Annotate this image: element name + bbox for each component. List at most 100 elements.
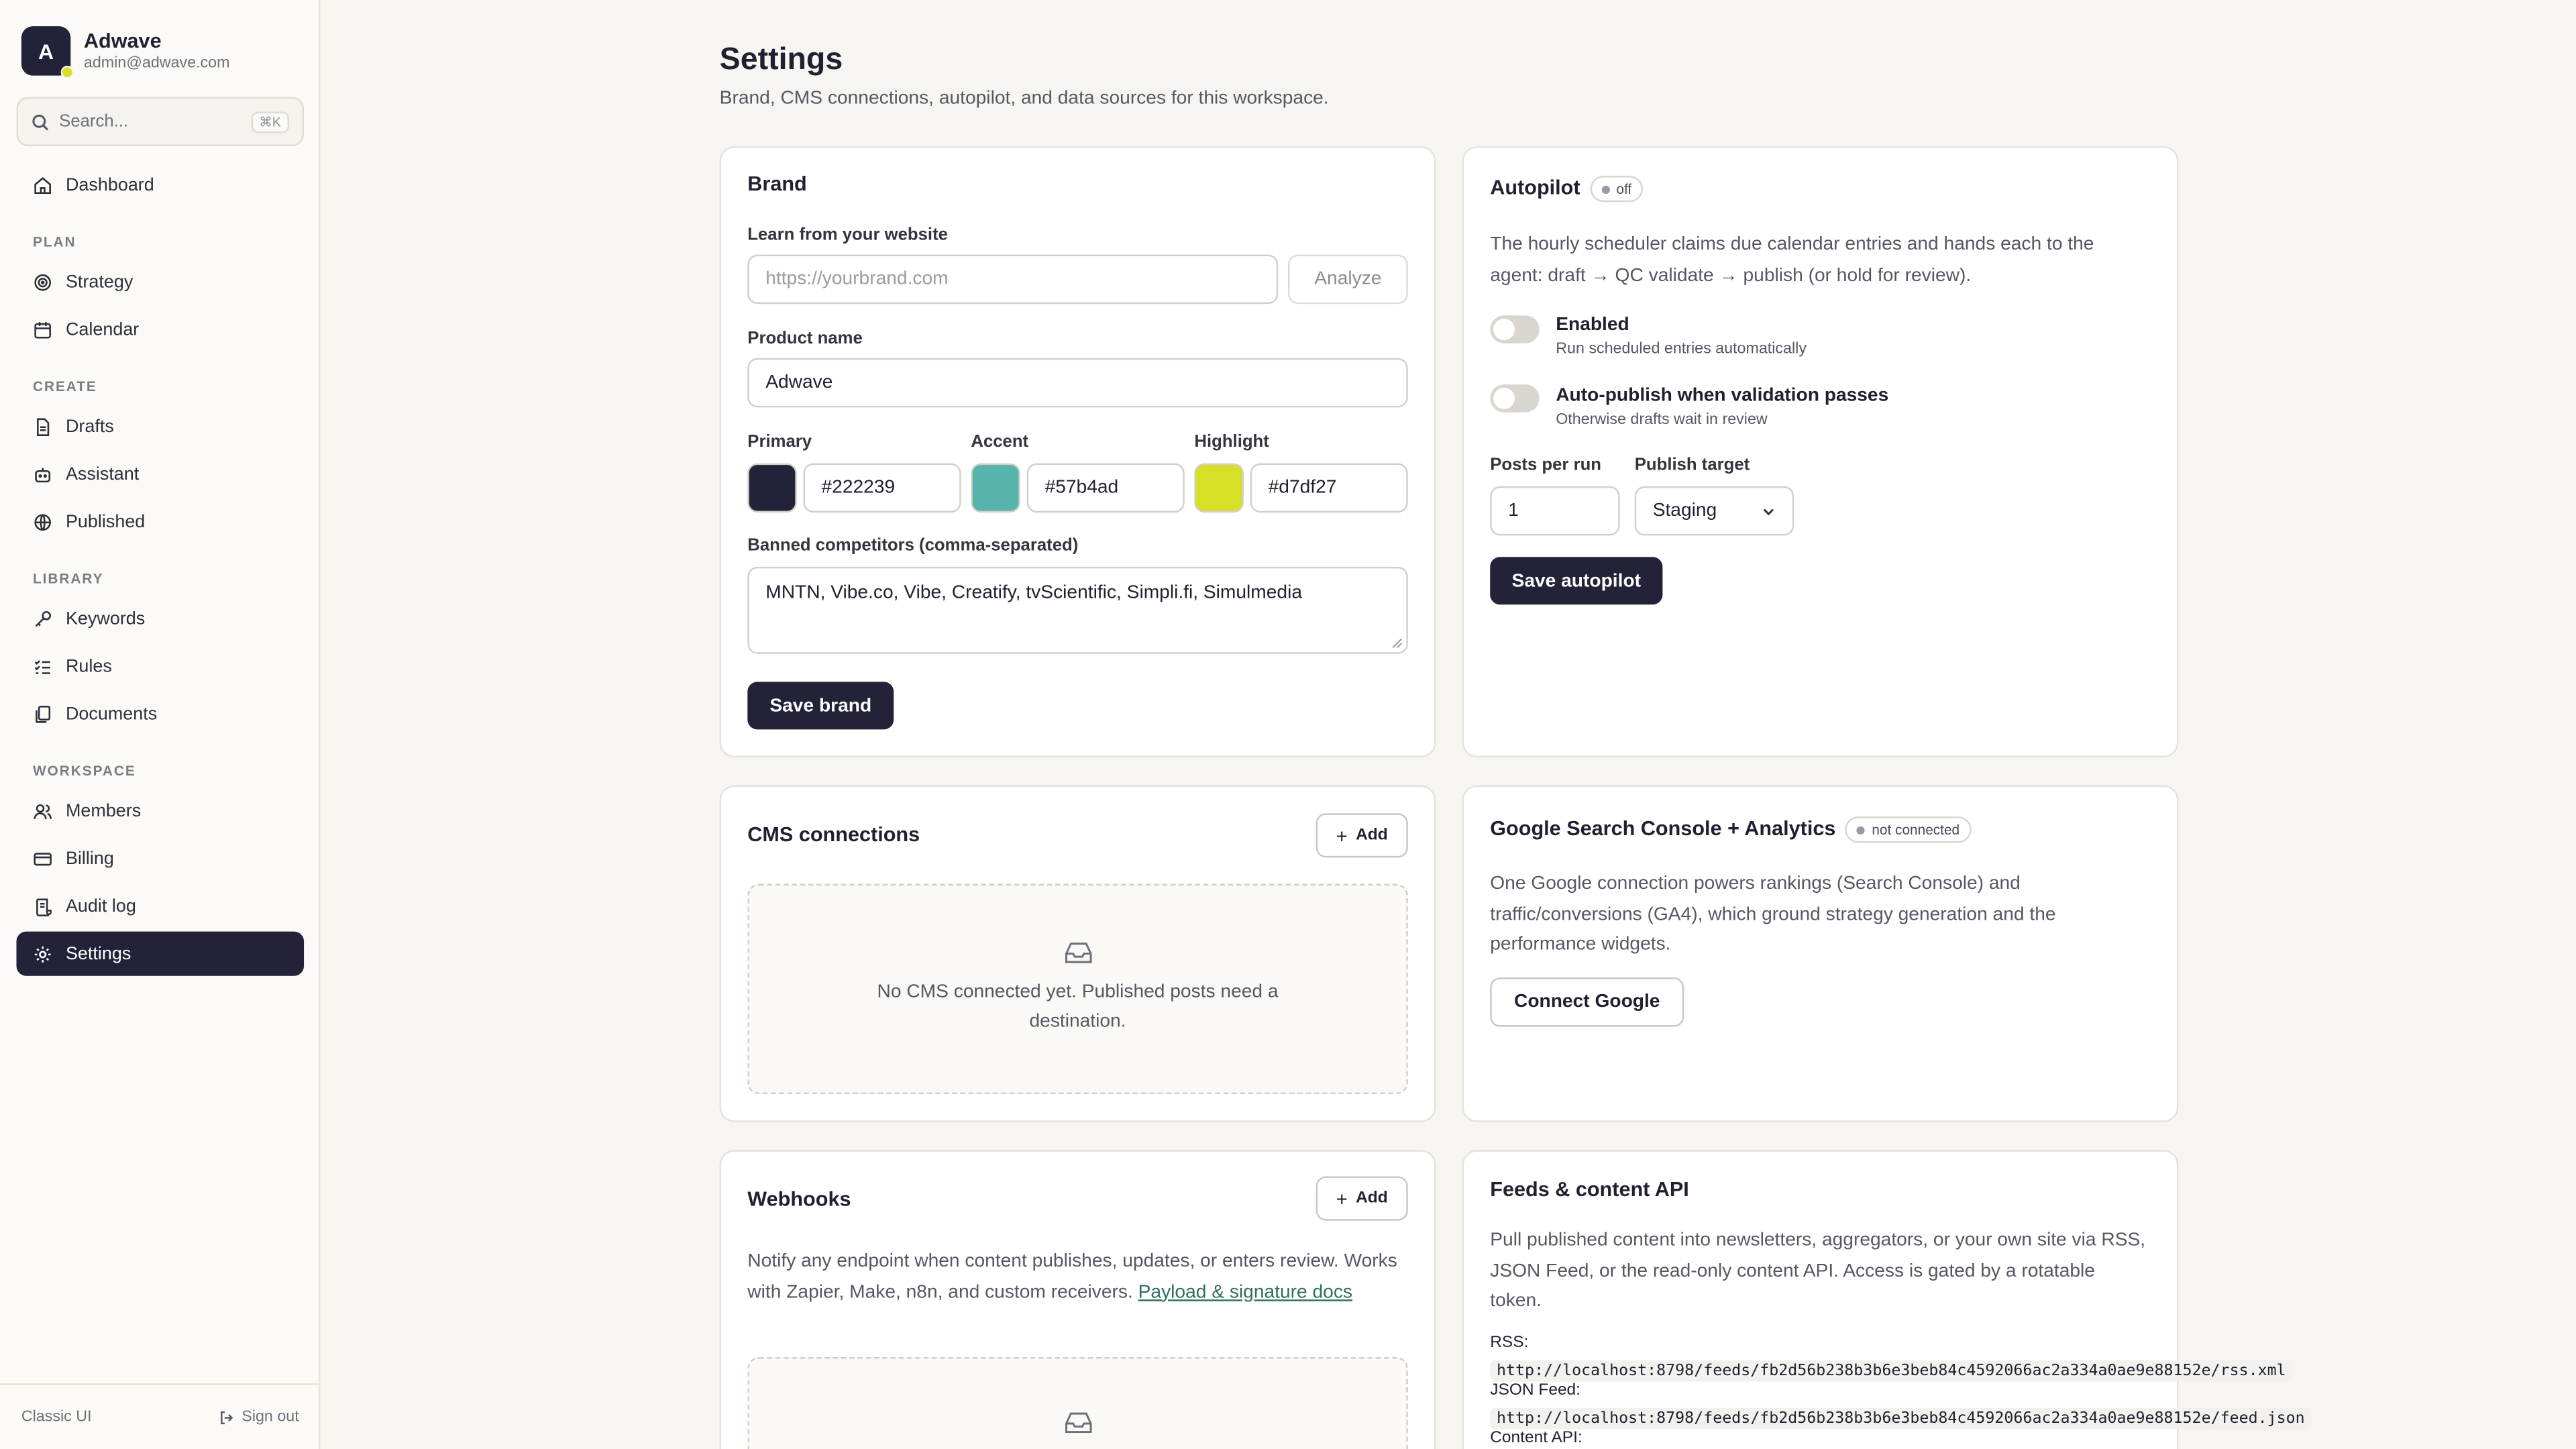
rss-url[interactable]: http://localhost:8798/feeds/fb2d56b238b3… (1490, 1354, 2293, 1383)
webhooks-empty-state (747, 1356, 1408, 1449)
sidebar-item-label: Billing (65, 848, 114, 869)
google-card: Google Search Console + Analytics not con… (1462, 785, 2179, 1122)
nav-section-library: LIBRARY (32, 570, 104, 587)
sidebar-item-label: Calendar (65, 319, 140, 339)
status-badge-text: off (1616, 180, 1632, 197)
accent-label: Accent (971, 432, 1029, 452)
enabled-toggle[interactable] (1490, 315, 1540, 343)
status-badge: off (1590, 176, 1644, 203)
cms-card: CMS connections + Add No CMS connected ye… (719, 785, 1436, 1122)
rss-label: RSS: (1490, 1334, 1529, 1352)
add-webhook-label: Add (1356, 1189, 1388, 1208)
banned-competitors-textarea[interactable]: MNTN, Vibe.co, Vibe, Creatify, tvScienti… (747, 566, 1408, 654)
sidebar-item-calendar[interactable]: Calendar (16, 307, 304, 352)
page-title: Settings (719, 42, 843, 78)
google-title: Google Search Console + Analytics not con… (1490, 816, 1972, 843)
content-api-label: Content API: (1490, 1429, 1582, 1448)
sidebar-item-rules[interactable]: Rules (16, 644, 304, 688)
learn-label: Learn from your website (747, 225, 948, 245)
nav-section-workspace: WORKSPACE (32, 762, 136, 779)
sidebar-footer: Classic UI Sign out (0, 1383, 321, 1449)
sidebar-item-label: Strategy (65, 272, 133, 292)
sidebar-item-published[interactable]: Published (16, 499, 304, 543)
sidebar-item-audit-log[interactable]: Audit log (16, 884, 304, 928)
home-icon (34, 176, 51, 193)
sidebar-item-settings[interactable]: Settings (16, 931, 305, 976)
sidebar-item-label: Drafts (65, 416, 114, 437)
add-webhook-button[interactable]: + Add (1316, 1176, 1408, 1221)
webhooks-title: Webhooks (747, 1187, 851, 1211)
sidebar-item-documents[interactable]: Documents (16, 692, 304, 736)
cms-empty-state: No CMS connected yet. Published posts ne… (747, 883, 1408, 1095)
enabled-subtitle: Run scheduled entries automatically (1556, 339, 1807, 358)
product-name-input[interactable]: Adwave (747, 358, 1408, 408)
feeds-title: Feeds & content API (1490, 1177, 1689, 1201)
logout-icon (221, 1410, 233, 1424)
search-input[interactable]: Search... ⌘K (16, 97, 305, 146)
auto-publish-title: Auto-publish when validation passes (1556, 386, 1889, 406)
add-cms-button[interactable]: + Add (1316, 813, 1408, 858)
sidebar-item-label: Dashboard (65, 174, 154, 195)
sidebar: A Adwave admin@adwave.com Search... ⌘K D… (0, 0, 321, 1449)
accent-swatch[interactable] (971, 463, 1020, 513)
search-icon (32, 113, 49, 130)
sidebar-item-billing[interactable]: Billing (16, 837, 304, 881)
sidebar-item-label: Documents (65, 704, 158, 724)
accent-color-input[interactable]: #57b4ad (1026, 463, 1185, 513)
save-brand-button[interactable]: Save brand (747, 682, 894, 730)
highlight-color-input[interactable]: #d7df27 (1250, 463, 1408, 513)
sidebar-item-keywords[interactable]: Keywords (16, 596, 304, 641)
save-autopilot-button[interactable]: Save autopilot (1490, 557, 1663, 605)
banned-label: Banned competitors (comma-separated) (747, 535, 1079, 555)
sidebar-item-strategy[interactable]: Strategy (16, 260, 304, 304)
analyze-button[interactable]: Analyze (1288, 254, 1408, 305)
inbox-icon (1064, 941, 1091, 963)
autopilot-title-text: Autopilot (1490, 176, 1580, 200)
workspace-name: Adwave (83, 28, 162, 52)
autopilot-description: The hourly scheduler claims due calendar… (1490, 235, 2094, 285)
sign-out-button[interactable]: Sign out (219, 1408, 299, 1426)
rss-url-text: http://localhost:8798/feeds/fb2d56b238b3… (1490, 1360, 2293, 1382)
sidebar-item-dashboard[interactable]: Dashboard (16, 162, 304, 207)
add-cms-label: Add (1356, 826, 1388, 845)
nav-section-plan: PLAN (32, 233, 76, 250)
checklist-icon (34, 659, 50, 674)
primary-color-input[interactable]: #222239 (803, 463, 961, 513)
google-title-text: Google Search Console + Analytics (1490, 816, 1836, 841)
google-description: One Google connection powers rankings (S… (1490, 873, 2056, 955)
sidebar-item-label: Settings (65, 943, 131, 964)
cms-title: CMS connections (747, 822, 920, 847)
sidebar-item-label: Audit log (65, 896, 136, 916)
webhooks-description: Notify any endpoint when content publish… (747, 1247, 1407, 1308)
brand-title: Brand (747, 172, 807, 196)
connect-google-button[interactable]: Connect Google (1490, 977, 1684, 1027)
banned-competitors-value: MNTN, Vibe.co, Vibe, Creatify, tvScienti… (765, 583, 1303, 603)
connection-status-badge: not connected (1845, 816, 1972, 843)
json-feed-url[interactable]: http://localhost:8798/feeds/fb2d56b238b3… (1490, 1401, 2312, 1431)
sidebar-item-members[interactable]: Members (16, 789, 304, 833)
website-url-input[interactable]: https://yourbrand.com (747, 254, 1279, 305)
publish-target-select[interactable]: Staging (1634, 486, 1794, 536)
nav-section-create: CREATE (32, 378, 97, 394)
brand-card: Brand Learn from your website https://yo… (719, 146, 1436, 757)
calendar-icon (34, 321, 51, 338)
status-dot (60, 65, 74, 79)
highlight-swatch[interactable] (1194, 463, 1244, 513)
primary-swatch[interactable] (747, 463, 797, 513)
connection-status-text: not connected (1872, 821, 1960, 838)
chevron-down-icon (1763, 508, 1774, 515)
bot-icon (35, 467, 51, 482)
sidebar-item-drafts[interactable]: Drafts (16, 404, 304, 448)
payload-docs-link[interactable]: Payload & signature docs (1138, 1282, 1352, 1301)
workspace-switcher[interactable]: A Adwave admin@adwave.com (21, 26, 230, 79)
search-placeholder: Search... (59, 111, 129, 131)
auto-publish-toggle[interactable] (1490, 384, 1540, 413)
posts-per-run-input[interactable]: 1 (1490, 486, 1620, 536)
sidebar-nav: Dashboard PLAN Strategy Calendar CREATE … (16, 162, 305, 979)
cms-empty-text-2: destination. (1029, 1012, 1126, 1032)
sidebar-item-label: Published (65, 511, 146, 532)
sidebar-item-assistant[interactable]: Assistant (16, 451, 304, 496)
product-name-label: Product name (747, 328, 863, 349)
classic-ui-link[interactable]: Classic UI (21, 1408, 92, 1426)
feeds-card: Feeds & content API Pull published conte… (1462, 1150, 2312, 1449)
